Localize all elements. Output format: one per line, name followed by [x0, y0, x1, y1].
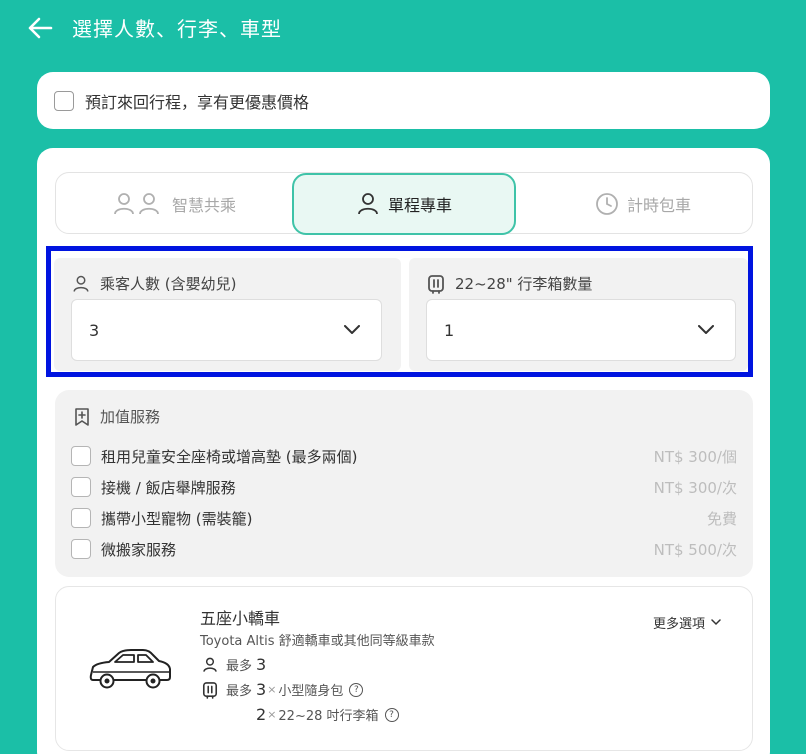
tab-shared-ride[interactable]: 智慧共乘: [56, 173, 292, 235]
times-sign: ×: [267, 708, 277, 721]
arrow-left-icon[interactable]: [26, 14, 54, 42]
more-options-button[interactable]: 更多選項: [653, 613, 721, 632]
vehicle-name: 五座小轎車: [200, 609, 281, 628]
service-meet-and-greet-checkbox[interactable]: [71, 477, 91, 497]
passenger-count-select[interactable]: 3: [71, 299, 382, 361]
user-icon: [73, 275, 89, 292]
luggage-count-label: 22~28" 行李箱數量: [455, 275, 593, 293]
add-on-services-title: 加值服務: [100, 408, 161, 426]
roundtrip-checkbox[interactable]: [54, 90, 74, 111]
service-name: 接機 / 飯店舉牌服務: [101, 478, 236, 497]
tab-shared-ride-label: 智慧共乘: [171, 196, 236, 215]
bag-capacity-prefix: 最多: [226, 684, 253, 699]
help-icon[interactable]: ?: [349, 682, 364, 697]
service-small-pet-checkbox[interactable]: [71, 508, 91, 528]
luggage-count-value: 1: [444, 321, 455, 340]
add-on-services: 加值服務 租用兒童安全座椅或增高墊 (最多兩個) NT$ 300/個 接機 / …: [55, 390, 753, 577]
passenger-count-label: 乘客人數 (含嬰幼兒): [100, 275, 237, 293]
suitcase-icon: [202, 681, 218, 699]
tab-hourly-charter-label: 計時包車: [626, 196, 691, 215]
service-price: NT$ 300/次: [653, 478, 737, 497]
user-icon: [358, 192, 378, 214]
service-price: 免費: [706, 509, 737, 528]
booking-panel: 智慧共乘 單程專車 計時包車 乘客人數 (含嬰幼兒) 3 22~28" 行李箱數…: [37, 148, 770, 754]
service-name: 攜帶小型寵物 (需裝籠): [101, 509, 253, 528]
vehicle-suitcase-capacity: 2 × 22~28 吋行李箱 ?: [256, 705, 399, 724]
service-name: 微搬家服務: [101, 540, 177, 559]
service-price: NT$ 500/次: [653, 540, 737, 559]
service-child-seat-checkbox[interactable]: [71, 446, 91, 466]
bookmark-plus-icon: [75, 407, 89, 426]
bag-capacity-value: 3: [256, 680, 267, 699]
suitcase-icon: [428, 274, 444, 294]
app-header: 選擇人數、行李、車型: [0, 0, 806, 56]
passenger-luggage-selectors: 乘客人數 (含嬰幼兒) 3 22~28" 行李箱數量 1: [46, 246, 753, 377]
service-mini-moving-checkbox[interactable]: [71, 539, 91, 559]
tab-hourly-charter[interactable]: 計時包車: [530, 173, 756, 235]
service-price: NT$ 300/個: [653, 447, 737, 466]
tab-private-one-way[interactable]: 單程專車: [292, 172, 516, 235]
times-sign: ×: [267, 683, 277, 696]
passenger-capacity-value: 3: [256, 655, 267, 674]
chevron-down-icon: [344, 325, 360, 334]
passenger-capacity-prefix: 最多: [226, 659, 253, 674]
suitcase-capacity-label: 22~28 吋行李箱: [278, 709, 379, 724]
service-meet-and-greet[interactable]: 接機 / 飯店舉牌服務 NT$ 300/次: [71, 475, 737, 499]
luggage-count-section: 22~28" 行李箱數量 1: [409, 258, 748, 371]
roundtrip-label: 預訂來回行程，享有更優惠價格: [85, 92, 310, 112]
service-child-seat[interactable]: 租用兒童安全座椅或增高墊 (最多兩個) NT$ 300/個: [71, 444, 737, 468]
service-name: 租用兒童安全座椅或增高墊 (最多兩個): [101, 447, 358, 466]
chevron-down-icon: [698, 325, 714, 334]
service-small-pet[interactable]: 攜帶小型寵物 (需裝籠) 免費: [71, 506, 737, 530]
roundtrip-option[interactable]: 預訂來回行程，享有更優惠價格: [37, 72, 770, 129]
passenger-count-heading: 乘客人數 (含嬰幼兒): [72, 273, 236, 294]
more-options-label: 更多選項: [653, 617, 706, 632]
passenger-count-section: 乘客人數 (含嬰幼兒) 3: [54, 258, 401, 371]
service-mini-moving[interactable]: 微搬家服務 NT$ 500/次: [71, 537, 737, 561]
service-type-tabs: 智慧共乘 單程專車 計時包車: [55, 172, 756, 235]
help-icon[interactable]: ?: [384, 707, 399, 722]
two-users-icon: [114, 193, 159, 215]
page-title: 選擇人數、行李、車型: [72, 17, 282, 41]
passenger-count-value: 3: [89, 321, 100, 340]
clock-icon: [596, 193, 618, 215]
vehicle-option-card[interactable]: 五座小轎車 Toyota Altis 舒適轎車或其他同等級車款 更多選項 最多 …: [55, 586, 753, 751]
chevron-down-icon: [711, 619, 721, 626]
suitcase-capacity-value: 2: [256, 705, 267, 724]
vehicle-passenger-capacity: 最多 3: [202, 655, 267, 674]
vehicle-bag-capacity: 最多 3 × 小型隨身包 ?: [202, 680, 364, 699]
sedan-car-icon: [89, 649, 171, 689]
add-on-services-heading: 加值服務: [74, 406, 160, 427]
vehicle-model: Toyota Altis 舒適轎車或其他同等級車款: [200, 634, 435, 649]
bag-capacity-label: 小型隨身包: [278, 684, 344, 699]
luggage-count-heading: 22~28" 行李箱數量: [427, 273, 592, 294]
tab-private-one-way-label: 單程專車: [387, 195, 452, 215]
luggage-count-select[interactable]: 1: [426, 299, 736, 361]
user-icon: [203, 657, 217, 672]
